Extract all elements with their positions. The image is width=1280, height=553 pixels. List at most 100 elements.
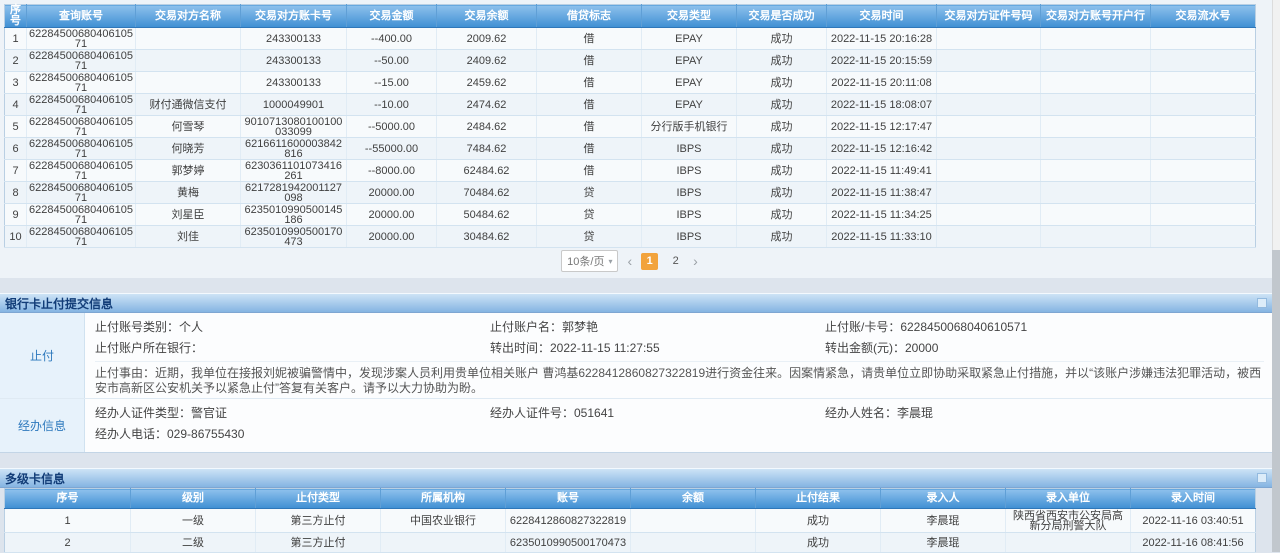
table-cell <box>937 160 1041 182</box>
collapse-icon[interactable] <box>1257 298 1267 308</box>
table-row: 26228450068040610571243300133--50.002409… <box>5 50 1256 72</box>
table-cell <box>1041 116 1151 138</box>
table-cell: 6228450068040610571 <box>27 204 136 226</box>
table-cell: 李晨琨 <box>881 509 1006 533</box>
table-cell: 6228412860827322819 <box>506 509 631 533</box>
column-header: 交易余额 <box>437 5 537 28</box>
stop-payment-panel: 止付 止付账号类别：个人 止付账户名：郭梦艳 止付账/卡号：6228450068… <box>0 313 1272 453</box>
table-cell <box>1041 160 1151 182</box>
table-cell: 2459.62 <box>437 72 537 94</box>
table-cell: 6228450068040610571 <box>27 226 136 248</box>
table-cell: 成功 <box>737 226 827 248</box>
table-cell: 6230361101073416261 <box>241 160 347 182</box>
table-cell <box>937 50 1041 72</box>
field-row: 经办人证件类型：警官证 经办人证件号：051641 经办人姓名：李晨琨 <box>95 399 1272 420</box>
table-cell: 1 <box>5 28 27 50</box>
table-cell <box>1151 204 1256 226</box>
table-cell: 6228450068040610571 <box>27 182 136 204</box>
vertical-scrollbar[interactable] <box>1272 0 1280 552</box>
table-cell <box>937 94 1041 116</box>
table-cell: EPAY <box>642 94 737 116</box>
page-button-2[interactable]: 2 <box>667 253 684 270</box>
table-cell: 2022-11-15 11:38:47 <box>827 182 937 204</box>
table-cell: 10 <box>5 226 27 248</box>
table-cell: 6228450068040610571 <box>27 116 136 138</box>
table-cell: 3 <box>5 72 27 94</box>
table-cell <box>1041 204 1151 226</box>
table-cell: 6235010990500170473 <box>241 226 347 248</box>
table-cell: 6228450068040610571 <box>27 138 136 160</box>
table-cell: 243300133 <box>241 28 347 50</box>
table-cell <box>1151 50 1256 72</box>
group-label: 经办信息 <box>0 399 85 452</box>
table-cell: --50.00 <box>347 50 437 72</box>
table-cell <box>1041 226 1151 248</box>
table-cell <box>381 533 506 553</box>
page-button-1[interactable]: 1 <box>641 253 658 270</box>
table-cell: IBPS <box>642 226 737 248</box>
table-cell: 分行版手机银行 <box>642 116 737 138</box>
prev-page-button[interactable]: ‹ <box>627 254 632 268</box>
table-cell: 郭梦婷 <box>136 160 241 182</box>
column-header: 交易金额 <box>347 5 437 28</box>
table-cell <box>1151 72 1256 94</box>
table-cell: 成功 <box>737 116 827 138</box>
table-cell <box>1151 226 1256 248</box>
table-cell: --15.00 <box>347 72 437 94</box>
field-card-number: 止付账/卡号：6228450068040610571 <box>825 320 1272 334</box>
table-cell <box>631 533 756 553</box>
table-cell: 7 <box>5 160 27 182</box>
table-cell: 6228450068040610571 <box>27 28 136 50</box>
table-cell <box>1041 94 1151 116</box>
table-cell: 1000049901 <box>241 94 347 116</box>
table-cell <box>937 226 1041 248</box>
table-cell: 6235010990500145186 <box>241 204 347 226</box>
group-label: 止付 <box>0 313 85 398</box>
table-cell: 6228450068040610571 <box>27 94 136 116</box>
table-cell: 贷 <box>537 204 642 226</box>
table-cell <box>1151 182 1256 204</box>
table-cell: IBPS <box>642 138 737 160</box>
table-cell: 2474.62 <box>437 94 537 116</box>
table-cell: 6228450068040610571 <box>27 160 136 182</box>
table-cell: 成功 <box>737 72 827 94</box>
collapse-icon[interactable] <box>1257 473 1267 483</box>
section-title: 多级卡信息 <box>5 470 65 487</box>
table-cell: 借 <box>537 94 642 116</box>
table-cell: --10.00 <box>347 94 437 116</box>
table-cell: --8000.00 <box>347 160 437 182</box>
column-header: 借贷标志 <box>537 5 642 28</box>
table-cell: 6228450068040610571 <box>27 50 136 72</box>
table-cell <box>1041 50 1151 72</box>
table-cell: 2009.62 <box>437 28 537 50</box>
table-cell: 20000.00 <box>347 182 437 204</box>
column-header: 级别 <box>131 489 256 509</box>
table-row: 66228450068040610571何晓芳62166116000038428… <box>5 138 1256 160</box>
scrollbar-thumb[interactable] <box>1272 250 1280 552</box>
table-cell: 刘佳 <box>136 226 241 248</box>
table-cell: 刘星臣 <box>136 204 241 226</box>
column-header: 所属机构 <box>381 489 506 509</box>
page-size-select[interactable]: 10条/页 ▾ <box>561 250 618 272</box>
field-transfer-time: 转出时间：2022-11-15 11:27:55 <box>490 341 825 355</box>
table-cell: 成功 <box>737 50 827 72</box>
table-cell: 2 <box>5 50 27 72</box>
table-row: 96228450068040610571刘星臣62350109905001451… <box>5 204 1256 226</box>
section-bar-stop-payment: 银行卡止付提交信息 <box>0 293 1272 313</box>
table-cell <box>1041 72 1151 94</box>
table-cell: 借 <box>537 116 642 138</box>
table-cell: 9 <box>5 204 27 226</box>
stop-payment-content: 止付账号类别：个人 止付账户名：郭梦艳 止付账/卡号：6228450068040… <box>85 313 1272 398</box>
table-cell <box>1041 28 1151 50</box>
next-page-button[interactable]: › <box>693 254 698 268</box>
section-title: 银行卡止付提交信息 <box>5 295 113 312</box>
field-agent-name: 经办人姓名：李晨琨 <box>825 406 1272 420</box>
page-background: { "transactions_table": { "headers": ["序… <box>0 0 1280 552</box>
table-row: 2二级第三方止付6235010990500170473成功李晨琨2022-11-… <box>5 533 1256 553</box>
table-cell <box>1151 160 1256 182</box>
table-cell <box>631 509 756 533</box>
table-cell: 陕西省西安市公安局高新分局刑警大队 <box>1006 509 1131 533</box>
table-cell: 2022-11-15 12:17:47 <box>827 116 937 138</box>
table-row: 76228450068040610571郭梦婷62303611010734162… <box>5 160 1256 182</box>
table-header-row: 序号级别止付类型所属机构账号余额止付结果录入人录入单位录入时间 <box>5 489 1256 509</box>
